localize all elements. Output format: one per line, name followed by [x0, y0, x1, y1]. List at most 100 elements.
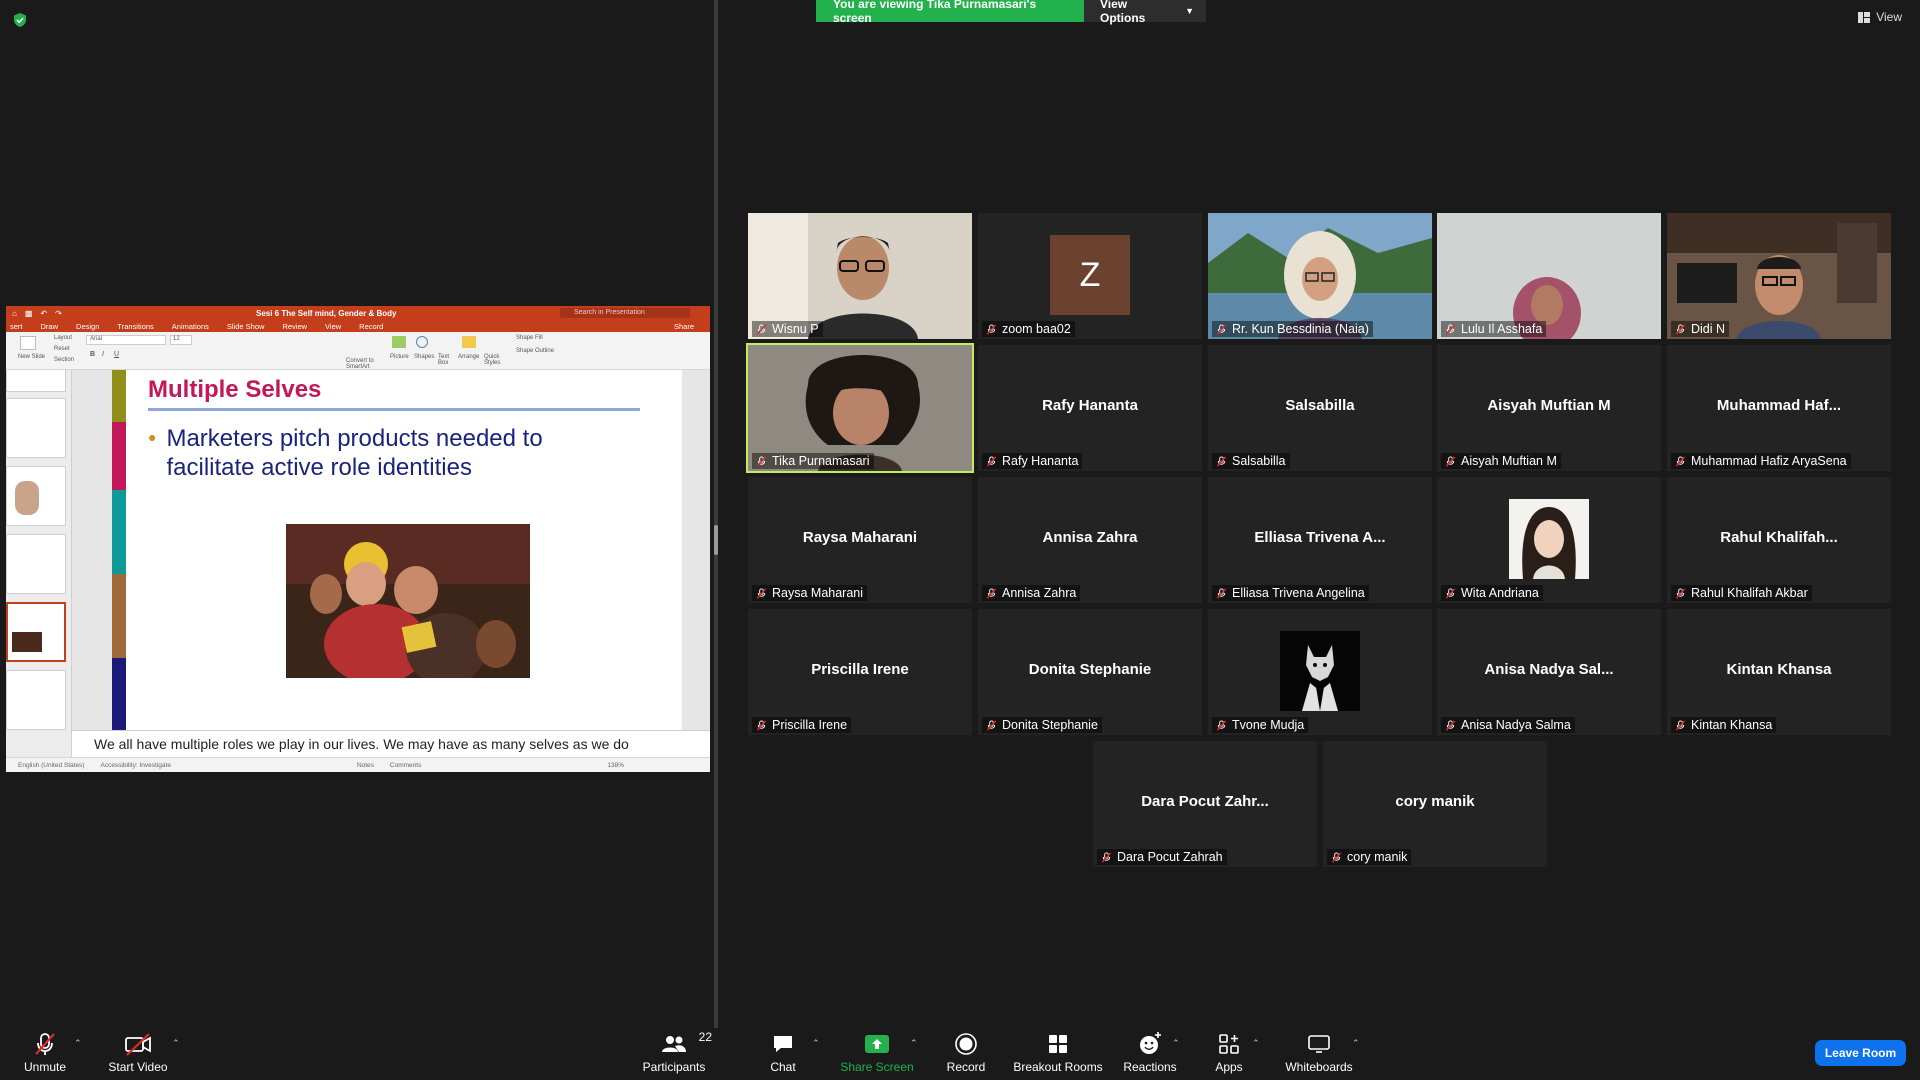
slide-thumbnail[interactable]: [6, 398, 66, 458]
participant-name-label: Tika Purnamasari: [752, 453, 874, 469]
participant-tile[interactable]: Zzoom baa02: [978, 213, 1202, 339]
tab-slide-show[interactable]: Slide Show: [227, 322, 265, 331]
video-options-caret[interactable]: ⌃: [172, 1038, 180, 1049]
shape-outline-button[interactable]: Shape Outline: [516, 348, 554, 354]
slide-thumbnail-current[interactable]: [6, 602, 66, 662]
slide-thumbnail[interactable]: [6, 670, 66, 730]
view-options-button[interactable]: View Options ▼: [1084, 0, 1206, 25]
shape-fill-button[interactable]: Shape Fill: [516, 335, 543, 341]
participant-tile[interactable]: Rahul Khalifah... Rahul Khalifah Akbar: [1667, 477, 1891, 603]
share-screen-button[interactable]: Share Screen: [840, 1030, 914, 1074]
split-view-divider[interactable]: [714, 0, 718, 1028]
language-status[interactable]: English (United States): [18, 762, 84, 769]
layout-button[interactable]: Layout: [54, 335, 72, 341]
participant-tile[interactable]: cory manik cory manik: [1323, 741, 1547, 867]
italic-button[interactable]: I: [102, 351, 104, 358]
unmute-button[interactable]: Unmute: [20, 1030, 70, 1074]
participant-tile[interactable]: Donita Stephanie Donita Stephanie: [978, 609, 1202, 735]
share-options-caret[interactable]: ⌃: [910, 1038, 918, 1049]
tab-review[interactable]: Review: [282, 322, 307, 331]
comments-toggle[interactable]: Comments: [390, 762, 421, 769]
picture-button[interactable]: Picture: [390, 354, 409, 360]
participant-tile[interactable]: Rafy Hananta Rafy Hananta: [978, 345, 1202, 471]
arrange-button[interactable]: Arrange: [458, 354, 479, 360]
shapes-icon[interactable]: [416, 336, 428, 348]
slide-thumbnail[interactable]: [6, 466, 66, 526]
tab-insert[interactable]: sert: [10, 322, 23, 331]
participant-tile[interactable]: Muhammad Haf... Muhammad Hafiz AryaSena: [1667, 345, 1891, 471]
slide-notes[interactable]: We all have multiple roles we play in ou…: [72, 730, 710, 757]
participant-tile[interactable]: Salsabilla Salsabilla: [1208, 345, 1432, 471]
participant-tile[interactable]: Tvone Mudja: [1208, 609, 1432, 735]
picture-icon[interactable]: [392, 336, 406, 348]
participant-tile[interactable]: Aisyah Muftian M Aisyah Muftian M: [1437, 345, 1661, 471]
quick-styles-button[interactable]: Quick Styles: [484, 354, 502, 366]
font-name-select[interactable]: Arial: [86, 335, 166, 345]
presentation-search[interactable]: Search in Presentation: [560, 308, 690, 318]
apps-button[interactable]: Apps: [1212, 1030, 1246, 1074]
notes-toggle[interactable]: Notes: [357, 762, 374, 769]
participant-tile[interactable]: Dara Pocut Zahr... Dara Pocut Zahrah: [1093, 741, 1317, 867]
participant-tile[interactable]: Raysa Maharani Raysa Maharani: [748, 477, 972, 603]
participant-tile[interactable]: Priscilla Irene Priscilla Irene: [748, 609, 972, 735]
redo-icon[interactable]: ↷: [55, 309, 62, 318]
current-slide[interactable]: Multiple Selves ● Marketers pitch produc…: [112, 370, 682, 730]
accessibility-status[interactable]: Accessibility: Investigate: [100, 762, 170, 769]
reactions-options-caret[interactable]: ⌃: [1172, 1038, 1180, 1049]
participant-name: Muhammad Hafiz AryaSena: [1691, 454, 1847, 468]
bold-button[interactable]: B: [90, 351, 95, 358]
slide-thumbnail[interactable]: [6, 534, 66, 594]
zoom-level[interactable]: 138%: [607, 762, 624, 769]
participant-tile[interactable]: Wita Andriana: [1437, 477, 1661, 603]
tab-view[interactable]: View: [325, 322, 341, 331]
participant-tile[interactable]: Rr. Kun Bessdinia (Naia): [1208, 213, 1432, 339]
security-shield-icon[interactable]: [12, 12, 28, 28]
participant-name: Donita Stephanie: [1002, 718, 1098, 732]
shared-screen[interactable]: ⌂ ▩ ↶ ↷ Sesi 6 The Self mind, Gender & B…: [6, 306, 710, 772]
chat-options-caret[interactable]: ⌃: [812, 1038, 820, 1049]
reset-button[interactable]: Reset: [54, 346, 70, 352]
participant-tile[interactable]: Kintan Khansa Kintan Khansa: [1667, 609, 1891, 735]
slide-thumbnail[interactable]: [6, 370, 66, 392]
home-icon[interactable]: ⌂: [12, 309, 17, 318]
tab-animations[interactable]: Animations: [172, 322, 209, 331]
tab-draw[interactable]: Draw: [41, 322, 59, 331]
new-slide-label[interactable]: New Slide: [18, 354, 58, 360]
section-button[interactable]: Section: [54, 357, 74, 363]
participants-button[interactable]: 22 Participants: [642, 1030, 712, 1074]
new-slide-icon[interactable]: [20, 336, 36, 350]
breakout-rooms-button[interactable]: Breakout Rooms: [1013, 1030, 1103, 1074]
slide-thumbnails[interactable]: [6, 370, 72, 757]
start-video-button[interactable]: Start Video: [107, 1030, 169, 1074]
participant-tile[interactable]: Anisa Nadya Sal... Anisa Nadya Salma: [1437, 609, 1661, 735]
undo-icon[interactable]: ↶: [40, 309, 47, 318]
whiteboards-options-caret[interactable]: ⌃: [1352, 1038, 1360, 1049]
reactions-button[interactable]: Reactions: [1123, 1030, 1177, 1074]
share-button[interactable]: Share: [674, 322, 694, 331]
powerpoint-title-bar: ⌂ ▩ ↶ ↷ Sesi 6 The Self mind, Gender & B…: [6, 306, 710, 320]
participant-tile[interactable]: Wisnu P: [748, 213, 972, 339]
text-box-button[interactable]: Text Box: [438, 354, 454, 366]
tab-transitions[interactable]: Transitions: [117, 322, 153, 331]
underline-button[interactable]: U: [114, 351, 119, 358]
apps-options-caret[interactable]: ⌃: [1252, 1038, 1260, 1049]
arrange-icon[interactable]: [462, 336, 476, 348]
leave-room-button[interactable]: Leave Room: [1815, 1040, 1906, 1066]
participant-tile[interactable]: Lulu Il Asshafa: [1437, 213, 1661, 339]
shapes-button[interactable]: Shapes: [414, 354, 434, 360]
chat-button[interactable]: Chat: [768, 1030, 798, 1074]
whiteboards-button[interactable]: Whiteboards: [1284, 1030, 1354, 1074]
participant-tile[interactable]: Elliasa Trivena A... Elliasa Trivena Ange…: [1208, 477, 1432, 603]
convert-smartart-button[interactable]: Convert to SmartArt: [346, 358, 386, 370]
font-size-select[interactable]: 12: [170, 335, 192, 345]
participant-tile[interactable]: Didi N: [1667, 213, 1891, 339]
tab-record[interactable]: Record: [359, 322, 383, 331]
save-icon[interactable]: ▩: [25, 309, 33, 318]
record-button[interactable]: Record: [946, 1030, 986, 1074]
audio-options-caret[interactable]: ⌃: [74, 1038, 82, 1049]
view-layout-button[interactable]: View: [1858, 10, 1902, 24]
tab-design[interactable]: Design: [76, 322, 99, 331]
participant-tile-active-speaker[interactable]: Tika Purnamasari: [746, 343, 974, 473]
participant-tile[interactable]: Annisa Zahra Annisa Zahra: [978, 477, 1202, 603]
divider-drag-handle[interactable]: [714, 525, 718, 555]
